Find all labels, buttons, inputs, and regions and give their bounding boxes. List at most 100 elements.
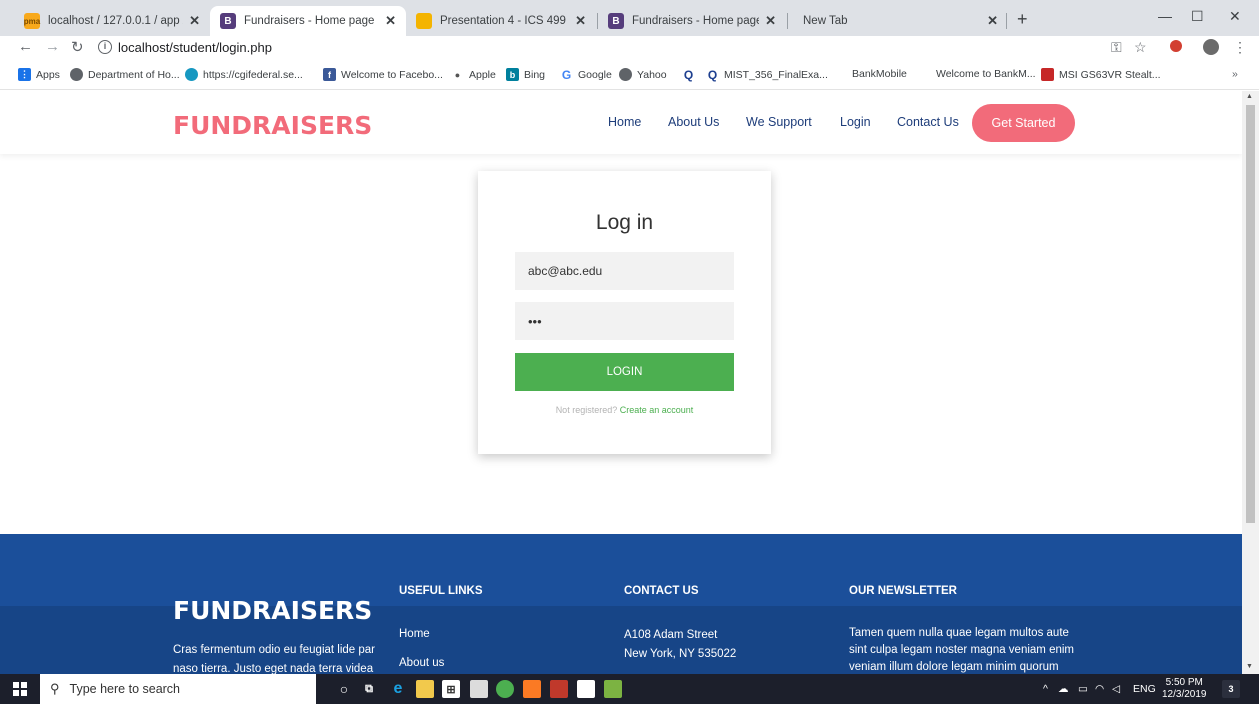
tab-new[interactable]: New Tab ✕ (793, 6, 1008, 36)
app-icon[interactable] (604, 680, 622, 698)
newsletter-text-line: veniam illum dolore legam minim quorum (849, 661, 1059, 673)
clock-date: 12/3/2019 (1162, 689, 1207, 700)
facebook-icon: f (323, 68, 336, 81)
nav-home[interactable]: Home (608, 115, 641, 129)
info-icon[interactable]: i (98, 40, 112, 54)
close-icon[interactable]: ✕ (189, 13, 200, 29)
task-view-icon[interactable]: ⧉ (360, 680, 378, 698)
language-indicator[interactable]: ENG (1133, 683, 1156, 695)
bookmark-item[interactable]: ● Apple (451, 68, 496, 81)
tab-title: localhost / 127.0.0.1 / app / fund (48, 15, 183, 27)
tab-phpmyadmin[interactable]: pma localhost / 127.0.0.1 / app / fund ✕ (14, 6, 210, 36)
close-icon[interactable]: ✕ (385, 13, 396, 29)
cortana-icon[interactable]: ○ (335, 680, 353, 698)
newsletter-text-line: sint culpa legam noster magna veniam eni… (849, 644, 1075, 656)
battery-icon[interactable]: ▭ (1078, 683, 1088, 695)
page-scrollbar[interactable]: ▲ ▼ (1242, 91, 1259, 674)
close-icon[interactable]: ✕ (765, 13, 776, 29)
bookmark-label: MIST_356_FinalExa... (724, 68, 828, 81)
login-button[interactable]: LOGIN (515, 353, 734, 391)
bookmark-apps[interactable]: ⋮ Apps (18, 68, 60, 81)
q-icon: Q (707, 67, 718, 82)
bookmark-item[interactable]: G Google (560, 67, 612, 82)
more-bookmarks-icon[interactable]: » (1232, 68, 1238, 80)
email-field[interactable]: abc@abc.edu (515, 252, 734, 290)
notification-icon[interactable]: 3 (1222, 680, 1240, 698)
onedrive-icon[interactable]: ☁ (1058, 683, 1069, 695)
bookmark-label: Apps (36, 68, 60, 81)
contact-address-line: New York, NY 535022 (624, 648, 737, 660)
bookmark-item[interactable]: BankMobile (852, 68, 907, 80)
tab-separator (787, 13, 788, 29)
browser-toolbar: ← → ↻ i localhost/student/login.php ⚿ ☆ … (0, 36, 1259, 60)
menu-icon[interactable]: ⋮ (1233, 39, 1247, 56)
taskbar-clock[interactable]: 5:50 PM 12/3/2019 (1162, 677, 1207, 701)
q-icon: Q (683, 67, 694, 82)
extension-icon[interactable] (1170, 40, 1182, 52)
reload-icon[interactable]: ↻ (71, 38, 84, 56)
google-icon: G (561, 67, 572, 82)
bootstrap-icon: B (608, 13, 624, 29)
wifi-icon[interactable]: ◠ (1095, 683, 1104, 695)
forward-icon[interactable]: → (45, 38, 60, 55)
bookmark-label: Apple (469, 68, 496, 81)
window-close-icon[interactable]: ✕ (1229, 8, 1241, 25)
close-icon[interactable]: ✕ (987, 13, 998, 29)
bookmark-item[interactable]: MSI GS63VR Stealt... (1041, 68, 1161, 81)
tray-chevron-icon[interactable]: ^ (1043, 683, 1048, 695)
file-explorer-icon[interactable] (416, 680, 434, 698)
scrollbar-thumb[interactable] (1246, 105, 1255, 523)
msi-icon (1041, 68, 1054, 81)
bookmark-item[interactable]: Q (682, 67, 700, 82)
tab-fundraisers[interactable]: B Fundraisers - Home page ✕ (598, 6, 786, 36)
mail-icon[interactable] (470, 680, 488, 698)
windows-start-icon[interactable] (11, 680, 29, 698)
nav-login[interactable]: Login (840, 115, 871, 129)
photos-icon[interactable] (577, 680, 595, 698)
site-logo[interactable]: FUNDRAISERS (173, 111, 372, 140)
bookmark-item[interactable]: Q MIST_356_FinalExa... (706, 67, 828, 82)
bookmark-item[interactable]: b Bing (506, 68, 545, 81)
tab-separator (1006, 13, 1007, 29)
nav-about-us[interactable]: About Us (668, 115, 719, 129)
bookmark-item[interactable]: https://cgifederal.se... (185, 68, 303, 81)
get-started-button[interactable]: Get Started (972, 104, 1075, 142)
footer-link-about[interactable]: About us (399, 655, 444, 671)
bookmark-label: Welcome to BankM... (936, 68, 1036, 80)
maximize-icon[interactable]: ☐ (1191, 8, 1204, 25)
xampp-icon[interactable] (523, 680, 541, 698)
new-tab-plus-icon[interactable]: + (1017, 9, 1028, 30)
bookmark-item[interactable]: f Welcome to Facebo... (323, 68, 443, 81)
star-icon[interactable]: ☆ (1134, 39, 1147, 56)
edge-icon[interactable]: e (389, 680, 407, 698)
address-bar[interactable]: localhost/student/login.php (118, 40, 272, 55)
scroll-down-icon[interactable]: ▼ (1246, 663, 1253, 670)
password-field[interactable]: ••• (515, 302, 734, 340)
bookmark-item[interactable]: Welcome to BankM... (936, 68, 1036, 80)
site-header: FUNDRAISERS Home About Us We Support Log… (0, 91, 1242, 154)
scroll-up-icon[interactable]: ▲ (1246, 93, 1253, 100)
register-prompt: Not registered? Create an account (478, 405, 771, 415)
sublime-icon[interactable] (550, 680, 568, 698)
avatar[interactable] (1203, 39, 1219, 55)
bookmark-item[interactable]: Yahoo (619, 68, 667, 81)
footer-link-home[interactable]: Home (399, 626, 430, 642)
tab-fundraisers-active[interactable]: B Fundraisers - Home page ✕ (210, 6, 406, 36)
minimize-icon[interactable]: — (1158, 8, 1172, 24)
bing-icon: b (506, 68, 519, 81)
nav-contact-us[interactable]: Contact Us (897, 115, 959, 129)
key-icon[interactable]: ⚿ (1111, 39, 1122, 56)
chrome-icon[interactable] (496, 680, 514, 698)
bookmark-label: MSI GS63VR Stealt... (1059, 68, 1161, 81)
back-icon[interactable]: ← (18, 38, 33, 55)
taskbar-search[interactable]: ⚲ Type here to search (40, 674, 316, 704)
login-card: Log in abc@abc.edu ••• LOGIN Not registe… (478, 171, 771, 454)
footer-about-line: Cras fermentum odio eu feugiat lide par (173, 644, 375, 656)
store-icon[interactable]: ⊞ (442, 680, 460, 698)
tab-presentation[interactable]: Presentation 4 - ICS 499 - Googl ✕ (406, 6, 596, 36)
bookmark-item[interactable]: Department of Ho... (70, 68, 180, 81)
volume-icon[interactable]: ◁ (1112, 683, 1120, 695)
close-icon[interactable]: ✕ (575, 13, 586, 29)
create-account-link[interactable]: Create an account (620, 405, 694, 415)
nav-we-support[interactable]: We Support (746, 115, 812, 129)
